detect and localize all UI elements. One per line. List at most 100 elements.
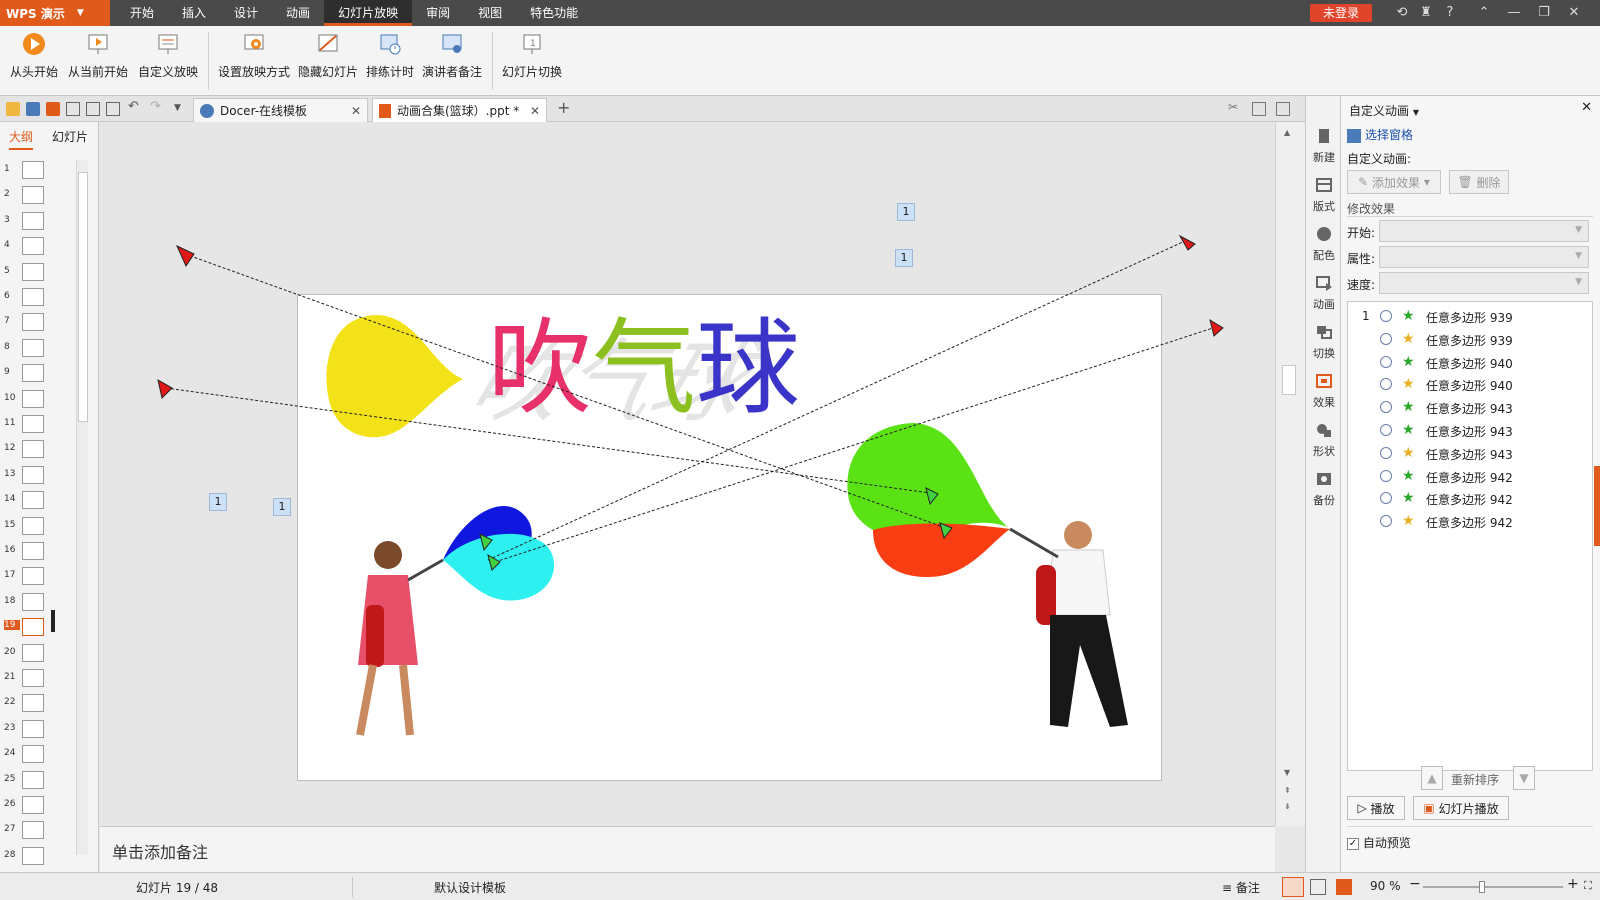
slide-thumbnail[interactable]: 18 xyxy=(0,592,72,612)
close-icon[interactable]: ✕ xyxy=(1581,100,1592,115)
rehearse-timing-button[interactable]: 排练计时 xyxy=(364,32,416,80)
slide-thumbnail[interactable]: 22 xyxy=(0,693,72,713)
close-window-icon[interactable]: ✕ xyxy=(1560,0,1588,26)
redo-icon[interactable]: ↷ xyxy=(150,99,164,114)
close-icon[interactable]: ✕ xyxy=(351,104,361,118)
scrollbar-thumb[interactable] xyxy=(1282,365,1296,395)
app-menu-button[interactable]: WPS 演示 ▼ xyxy=(0,0,110,26)
slide-thumbnail[interactable]: 4 xyxy=(0,236,72,256)
notes-toggle[interactable]: ≡ 备注 xyxy=(1222,879,1260,896)
sidebar-item-new[interactable]: 新建 xyxy=(1306,128,1342,165)
menu-item[interactable]: 插入 xyxy=(168,0,220,26)
animation-order-tag[interactable]: 1 xyxy=(209,493,227,511)
selection-pane-link[interactable]: 选择窗格 xyxy=(1347,126,1413,143)
sidebar-item-transition[interactable]: 切换 xyxy=(1306,324,1342,361)
slide-thumbnail[interactable]: 17 xyxy=(0,566,72,586)
window-icon[interactable] xyxy=(1252,102,1266,116)
menu-item[interactable]: 视图 xyxy=(464,0,516,26)
animation-list[interactable]: 1 ★ 任意多边形 939 ★ 任意多边形 939 ★ 任意多边形 940 ★ 任意多边形 94… xyxy=(1347,301,1593,771)
slide-thumbnail[interactable]: 7 xyxy=(0,312,72,332)
tab-outline[interactable]: 大纲 xyxy=(9,128,34,150)
slide-thumbnail[interactable]: 8 xyxy=(0,338,72,358)
move-down-button[interactable]: ▼ xyxy=(1513,766,1535,790)
canvas-scrollbar[interactable]: ▲ ▼ ⇞ ⇟ xyxy=(1275,122,1305,826)
add-effect-button[interactable]: ✎ 添加效果 ▾ xyxy=(1347,170,1441,194)
hide-slide-button[interactable]: 隐藏幻灯片 xyxy=(296,32,360,80)
slide-thumbnail[interactable]: 2 xyxy=(0,185,72,205)
print-preview-icon[interactable] xyxy=(86,102,100,116)
slide-thumbnail[interactable]: 5 xyxy=(0,262,72,282)
slide-thumbnail[interactable]: 6 xyxy=(0,287,72,307)
tab-docer-templates[interactable]: Docer-在线模板 ✕ xyxy=(193,98,368,122)
setup-show-button[interactable]: 设置放映方式 xyxy=(216,32,292,80)
animation-list-item[interactable]: ★ 任意多边形 943 xyxy=(1348,443,1592,465)
animation-list-item[interactable]: ★ 任意多边形 943 xyxy=(1348,397,1592,419)
menu-item[interactable]: 幻灯片放映 xyxy=(324,0,413,26)
pane-edge-handle[interactable] xyxy=(1594,466,1600,546)
animation-list-item[interactable]: ★ 任意多边形 942 xyxy=(1348,511,1592,533)
slide-thumbnail[interactable]: 16 xyxy=(0,541,72,561)
slide-thumbnail[interactable]: 10 xyxy=(0,389,72,409)
move-up-button[interactable]: ▲ xyxy=(1421,766,1443,790)
notes-pane[interactable]: 单击添加备注 xyxy=(100,826,1275,872)
menu-item[interactable]: 特色功能 xyxy=(516,0,592,26)
auto-preview-checkbox[interactable]: ✓ 自动预览 xyxy=(1347,834,1411,851)
minimize-icon[interactable]: — xyxy=(1500,0,1528,26)
slide-thumbnail[interactable]: 24 xyxy=(0,744,72,764)
sidebar-item-shapes[interactable]: 形状 xyxy=(1306,422,1342,459)
slide-thumbnail[interactable]: 19 xyxy=(0,617,72,637)
scrollbar-thumb[interactable] xyxy=(78,172,88,422)
animation-list-item[interactable]: ★ 任意多边形 940 xyxy=(1348,374,1592,396)
menu-item[interactable]: 开始 xyxy=(116,0,168,26)
animation-list-item[interactable]: ★ 任意多边形 939 xyxy=(1348,329,1592,351)
slide-thumbnail[interactable]: 21 xyxy=(0,668,72,688)
animation-list-item[interactable]: 1 ★ 任意多边形 939 xyxy=(1348,306,1592,328)
slide-thumbnail[interactable]: 26 xyxy=(0,795,72,815)
slide[interactable]: 吹气球 吹 气 球 xyxy=(297,294,1162,781)
zoom-slider[interactable] xyxy=(1423,881,1563,893)
prev-slide-icon[interactable]: ⇞ xyxy=(1284,786,1291,795)
tab-current-document[interactable]: 动画合集(篮球）.ppt * ✕ xyxy=(372,98,547,122)
animation-list-item[interactable]: ★ 任意多边形 943 xyxy=(1348,420,1592,442)
zoom-in-icon[interactable]: + xyxy=(1567,876,1579,892)
presenter-notes-button[interactable]: 演讲者备注 xyxy=(420,32,484,80)
animation-order-tag[interactable]: 1 xyxy=(273,498,291,516)
undo-icon[interactable]: ↶ xyxy=(128,99,142,114)
slide-thumbnail[interactable]: 1 xyxy=(0,160,72,180)
page-icon[interactable] xyxy=(106,102,120,116)
sidebar-item-animation[interactable]: 动画 xyxy=(1306,275,1342,312)
animation-list-item[interactable]: ★ 任意多边形 942 xyxy=(1348,488,1592,510)
slide-thumbnail[interactable]: 9 xyxy=(0,363,72,383)
pdf-icon[interactable] xyxy=(46,102,60,116)
collapse-ribbon-icon[interactable]: ⌃ xyxy=(1470,0,1498,26)
slideshow-button[interactable]: ▣ 幻灯片播放 xyxy=(1413,796,1509,820)
zoom-out-icon[interactable]: − xyxy=(1409,876,1421,892)
scroll-down-icon[interactable]: ▼ xyxy=(1284,768,1290,777)
slide-transition-button[interactable]: 1 幻灯片切换 xyxy=(500,32,564,80)
tab-slides[interactable]: 幻灯片 xyxy=(52,128,88,145)
fit-window-icon[interactable]: ⛶ xyxy=(1584,879,1592,893)
menu-item[interactable]: 动画 xyxy=(272,0,324,26)
restore-icon[interactable]: ❐ xyxy=(1530,0,1558,26)
sidebar-item-effects[interactable]: 效果 xyxy=(1306,373,1342,410)
slide-thumbnail[interactable]: 15 xyxy=(0,516,72,536)
print-icon[interactable] xyxy=(66,102,80,116)
slide-thumbnail[interactable]: 23 xyxy=(0,719,72,739)
property-select[interactable]: ▼ xyxy=(1379,246,1589,268)
zoom-slider-thumb[interactable] xyxy=(1478,881,1485,893)
play-from-current-button[interactable]: 从当前开始 xyxy=(66,32,130,80)
save-icon[interactable] xyxy=(26,102,40,116)
animation-order-tag[interactable]: 1 xyxy=(897,203,915,221)
animation-list-item[interactable]: ★ 任意多边形 942 xyxy=(1348,466,1592,488)
slide-thumbnail[interactable]: 12 xyxy=(0,439,72,459)
delete-button[interactable]: 🗑 删除 xyxy=(1449,170,1509,194)
menu-item[interactable]: 设计 xyxy=(220,0,272,26)
scroll-up-icon[interactable]: ▲ xyxy=(1284,128,1290,137)
sorter-view-icon[interactable] xyxy=(1310,879,1326,895)
next-slide-icon[interactable]: ⇟ xyxy=(1284,802,1291,811)
speed-select[interactable]: ▼ xyxy=(1379,272,1589,294)
help-icon[interactable]: ? xyxy=(1436,0,1464,26)
custom-show-button[interactable]: 自定义放映 xyxy=(136,32,200,80)
slide-thumbnail[interactable]: 27 xyxy=(0,820,72,840)
slide-title[interactable]: 吹 气 球 xyxy=(488,309,800,427)
